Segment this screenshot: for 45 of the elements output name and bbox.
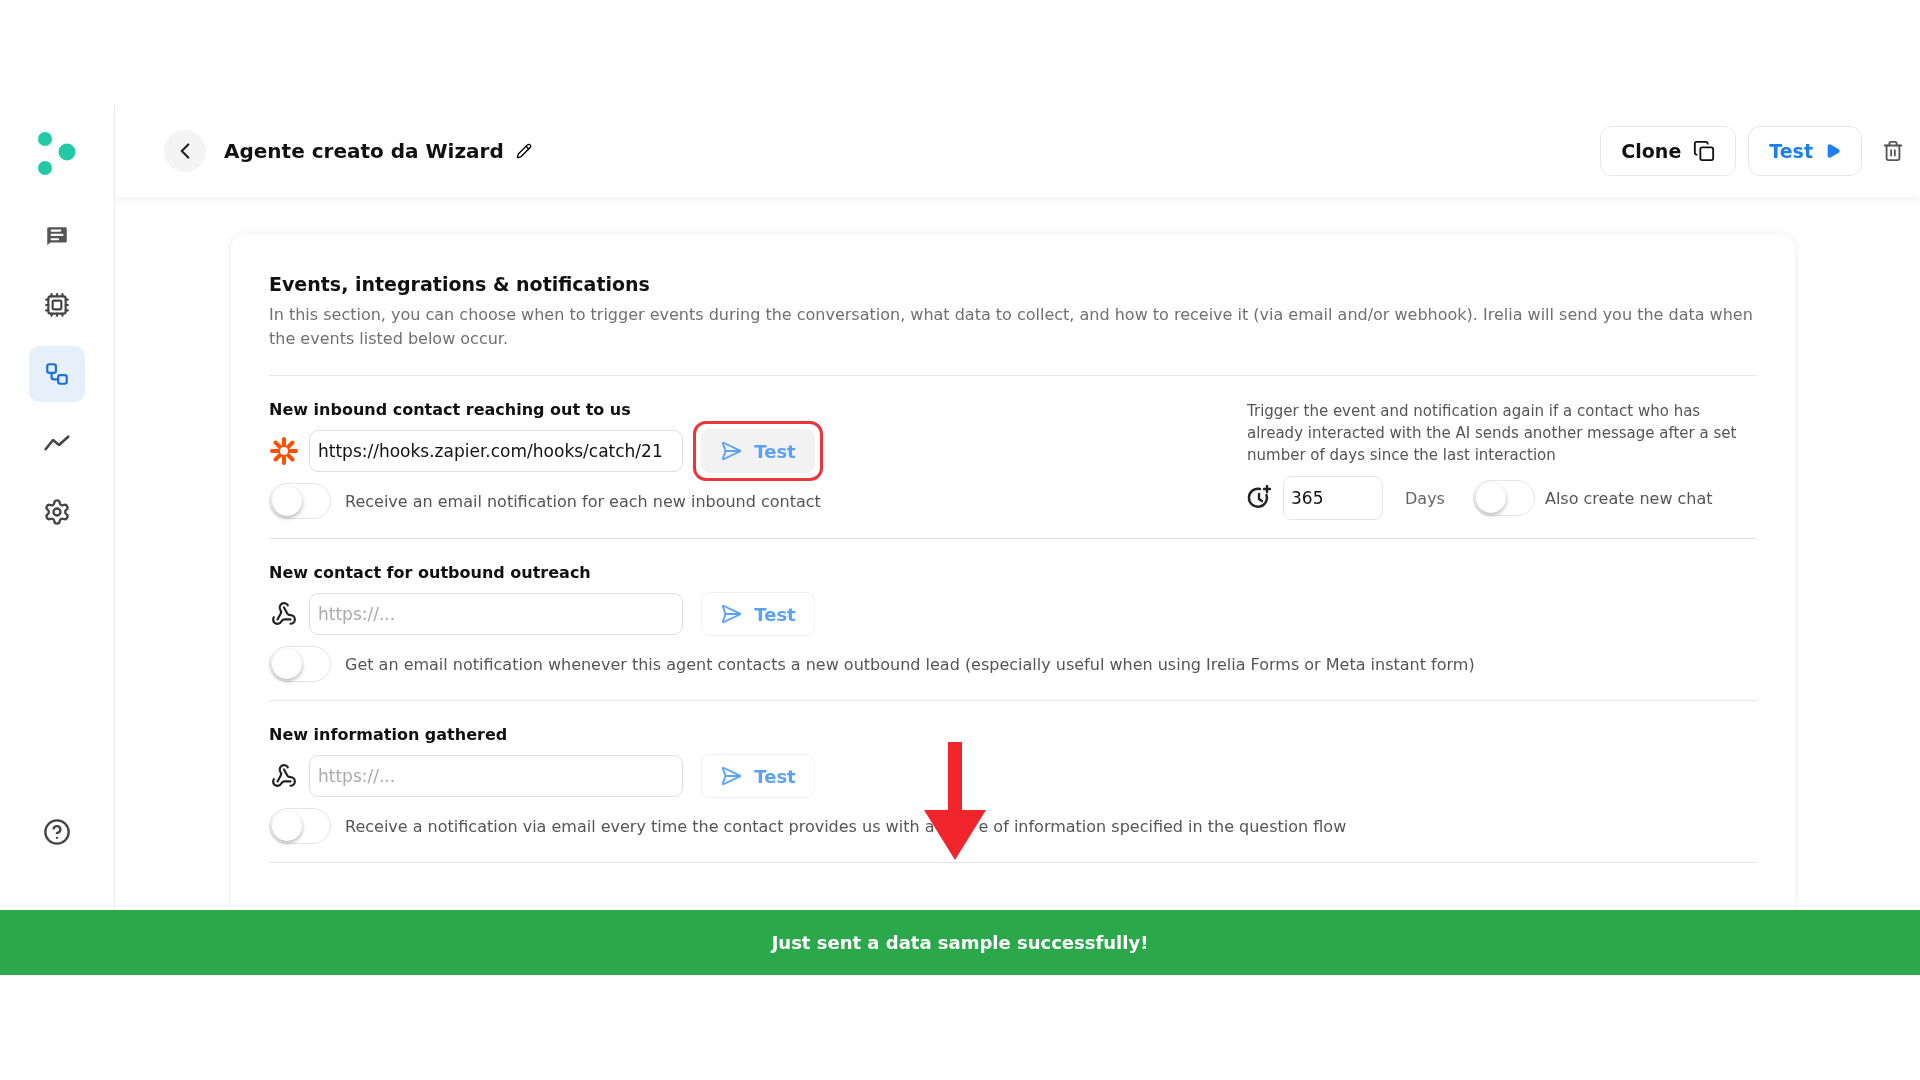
email-notification-toggle[interactable]: [269, 808, 331, 844]
asterisk-icon: [269, 436, 299, 466]
send-icon: [720, 440, 743, 462]
play-icon: [1825, 142, 1841, 159]
settings-icon: [43, 498, 71, 526]
flow-nav-button[interactable]: [29, 346, 85, 402]
notification-label: e of information specified in the question flow: [978, 816, 1347, 836]
new-chat-label: Also create new chat: [1544, 488, 1713, 508]
test-button[interactable]: Test: [701, 429, 815, 473]
back-button[interactable]: [164, 129, 206, 172]
notification-label: Get an email notification whenever this agent contacts a new outbound lead (especially useful when using Irelia Forms or Meta instant form): [345, 654, 1475, 674]
delete-icon[interactable]: [1882, 139, 1904, 162]
new-chat-toggle[interactable]: [1472, 480, 1535, 516]
success-toast: Just sent a data sample successfully!: [0, 910, 1920, 975]
send-icon: [720, 765, 743, 787]
clock-plus-icon: [1247, 485, 1273, 511]
card-description: In this section, you can choose when to trigger events during the conversation, what data to collect, and how to receive it (via email and/or webhook). Irelia will send you the data when the events listed below occur.: [269, 304, 1754, 350]
edit-icon[interactable]: [515, 142, 532, 159]
email-notification-toggle[interactable]: [269, 646, 331, 682]
webhook-url-field[interactable]: https://hooks.zapier.com/hooks/catch/21: [309, 430, 683, 472]
test-button[interactable]: Test: [701, 592, 815, 636]
days-label: Days: [1405, 488, 1445, 508]
clone-button[interactable]: Clone: [1600, 125, 1737, 176]
send-icon: [720, 603, 743, 625]
days-field[interactable]: 365: [1283, 476, 1383, 520]
webhook-icon: [271, 601, 297, 627]
chip-icon: [44, 292, 70, 318]
copy-icon: [1693, 139, 1716, 162]
flow-icon: [44, 361, 70, 387]
email-notification-toggle[interactable]: [269, 483, 331, 519]
help-icon: [43, 818, 71, 846]
test-button[interactable]: Test: [701, 754, 815, 798]
event-title: New inbound contact reaching out to us: [269, 400, 632, 419]
line-chart-icon: [43, 433, 71, 453]
webhook-url-field[interactable]: https://...: [309, 755, 683, 797]
notification-label: Receive an email notification for each new inbound contact: [345, 491, 821, 511]
event-title: New contact for outbound outreach: [269, 563, 592, 582]
card-title: Events, integrations & notifications: [269, 273, 651, 295]
agent-title: Agente creato da Wizard: [224, 138, 504, 163]
event-title: New information gathered: [269, 725, 509, 744]
webhook-icon: [271, 763, 297, 789]
webhook-url-field[interactable]: https://...: [309, 593, 683, 635]
retrigger-description: Trigger the event and notification again if a contact who has already interacted with the AI sends another message after a set number of days since the last interaction: [1247, 401, 1738, 466]
notification-label: Receive a notification via email every time the contact provides us with a: [345, 816, 935, 836]
test-run-button[interactable]: Test: [1748, 125, 1862, 176]
